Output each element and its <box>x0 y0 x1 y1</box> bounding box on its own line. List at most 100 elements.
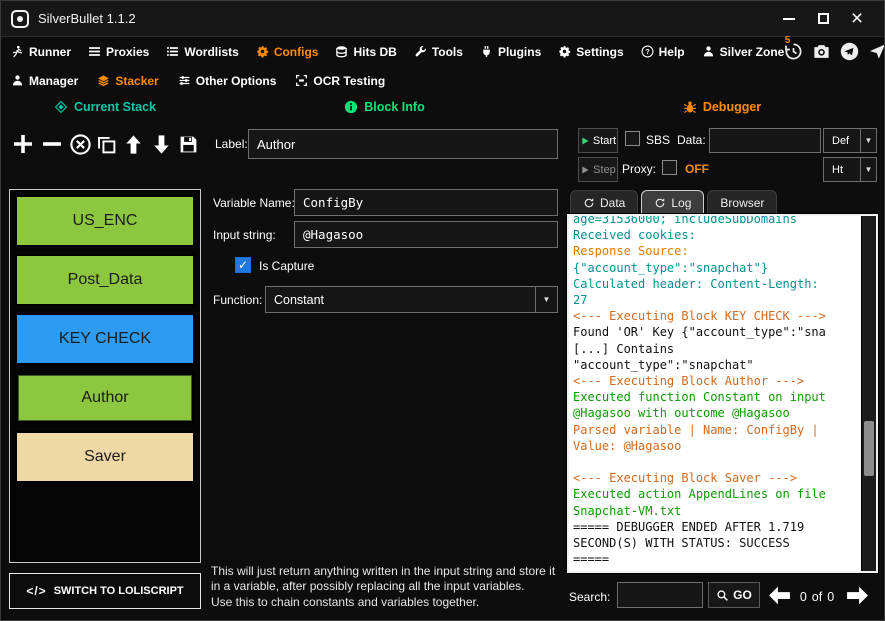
nav-item-hits-db[interactable]: Hits DB <box>335 45 397 59</box>
bug-icon <box>683 100 697 114</box>
proxy-checkbox[interactable] <box>662 160 677 175</box>
add-block-button[interactable] <box>11 132 35 156</box>
variable-name-input[interactable] <box>294 189 558 216</box>
save-stack-button[interactable] <box>178 134 199 155</box>
debugger-log: age=31536000; includeSubDomains Received … <box>569 216 861 571</box>
maximize-icon <box>817 13 829 24</box>
previous-result-button[interactable] <box>767 583 792 608</box>
stack-block-key-check[interactable]: KEY CHECK <box>15 313 195 365</box>
nav-item-settings[interactable]: Settings <box>558 45 624 59</box>
subnav-item-stacker[interactable]: Stacker <box>97 74 159 88</box>
variable-name-label: Variable Name: <box>213 196 295 210</box>
log-line: Value: @Hagasoo <box>573 438 682 453</box>
input-string-input[interactable] <box>294 221 558 248</box>
search-counter-of: of <box>811 590 823 604</box>
titlebar: SilverBullet 1.1.2 × <box>1 1 884 37</box>
proxy-label: Proxy: <box>622 162 657 176</box>
close-icon: × <box>850 7 864 30</box>
check-icon: ✓ <box>237 258 249 272</box>
stack-toolbar <box>11 128 199 160</box>
stack-block-label: US_ENC <box>72 212 138 229</box>
nav-item-configs[interactable]: Configs <box>256 45 318 59</box>
proxies-icon <box>88 45 101 58</box>
block-description: This will just return anything written i… <box>211 564 563 610</box>
is-capture-checkbox[interactable]: ✓ <box>235 257 251 273</box>
window-title: SilverBullet 1.1.2 <box>38 11 136 26</box>
chevron-down-icon: ▼ <box>535 287 557 312</box>
sbs-checkbox[interactable] <box>625 131 640 146</box>
stack-block-label: Saver <box>84 448 126 465</box>
plugins-icon <box>480 45 493 58</box>
move-up-button[interactable] <box>122 133 145 156</box>
disable-block-button[interactable] <box>69 133 92 156</box>
scrollbar-thumb[interactable] <box>864 421 874 476</box>
nav-item-wordlists[interactable]: Wordlists <box>166 44 239 59</box>
nav-item-plugins[interactable]: Plugins <box>480 45 541 59</box>
log-line: Calculated header: Content-Length: <box>573 276 819 291</box>
data-input[interactable] <box>709 128 821 153</box>
nav-item-runner[interactable]: Runner <box>11 45 71 59</box>
subnav-item-manager[interactable]: Manager <box>11 74 78 88</box>
tools-icon <box>414 45 427 58</box>
block-info-header: Block Info <box>208 100 561 114</box>
clone-block-button[interactable] <box>96 134 117 155</box>
nav-item-silver-zone[interactable]: Silver Zone 5 <box>702 35 790 59</box>
search-go-button[interactable]: GO <box>708 582 760 608</box>
subnav-item-other-options[interactable]: Other Options <box>178 74 276 88</box>
search-input[interactable] <box>617 582 703 608</box>
nav-item-label: Runner <box>29 44 71 59</box>
next-result-button[interactable] <box>845 583 870 608</box>
label-input[interactable] <box>248 129 558 159</box>
step-button[interactable]: Step <box>578 157 618 182</box>
stack-block-label: Post_Data <box>67 271 143 288</box>
close-button[interactable]: × <box>840 6 874 32</box>
maximize-button[interactable] <box>806 6 840 32</box>
step-button-label: Step <box>593 163 616 176</box>
log-line: "account_type":"snapchat" <box>573 357 754 372</box>
stack-block-post-data[interactable]: Post_Data <box>15 254 195 306</box>
chevron-down-icon: ▼ <box>860 158 876 181</box>
subnav-item-ocr-testing[interactable]: OCR Testing <box>295 74 385 88</box>
refresh-icon <box>583 197 595 209</box>
log-scrollbar[interactable] <box>861 216 876 571</box>
wordlist-type-dropdown[interactable]: Def ▼ <box>823 128 877 153</box>
switch-button-label: SWITCH TO LOLISCRIPT <box>53 585 184 597</box>
stack-block-saver[interactable]: Saver <box>15 431 195 483</box>
current-stack-title: Current Stack <box>74 100 156 114</box>
main-nav: Runner Proxies Wordlists Configs Hits DB Tool… <box>1 35 884 66</box>
log-line: @Hagasoo with outcome @Hagasoo <box>573 406 790 421</box>
start-button[interactable]: Start <box>578 128 618 153</box>
proxy-type-dropdown[interactable]: Ht ▼ <box>823 157 877 182</box>
tab-label: Data <box>600 196 626 210</box>
tab-log[interactable]: Log <box>641 190 705 215</box>
proxy-status: OFF <box>685 162 709 176</box>
screenshot-icon[interactable] <box>812 42 831 61</box>
wordlist-type-value: Def <box>832 134 850 147</box>
tab-browser[interactable]: Browser <box>707 190 778 215</box>
runner-icon <box>11 45 24 58</box>
search-counter: 0 of 0 <box>792 590 842 604</box>
nav-item-help[interactable]: ? Help <box>641 45 685 59</box>
log-line: <--- Executing Block KEY CHECK ---> <box>573 309 826 324</box>
tab-data[interactable]: Data <box>570 190 639 215</box>
share-icon[interactable] <box>868 42 884 61</box>
refresh-icon <box>654 197 666 209</box>
function-dropdown[interactable]: Constant ▼ <box>265 286 558 313</box>
search-icon <box>716 589 729 602</box>
main-nav-items: Runner Proxies Wordlists Configs Hits DB Tool… <box>11 35 790 59</box>
hitsdb-icon <box>335 45 348 58</box>
minimize-button[interactable] <box>772 6 806 32</box>
remove-block-button[interactable] <box>40 132 64 156</box>
nav-item-label: Wordlists <box>184 44 239 59</box>
telegram-icon[interactable] <box>840 42 859 61</box>
debugger-header: Debugger <box>566 100 878 114</box>
silverbullet-window: SilverBullet 1.1.2 × Runner Proxies Wordli… <box>0 0 885 621</box>
nav-quick-icons <box>784 42 884 61</box>
nav-item-proxies[interactable]: Proxies <box>88 45 149 59</box>
nav-item-tools[interactable]: Tools <box>414 45 463 59</box>
move-down-button[interactable] <box>150 133 173 156</box>
ocr-icon <box>295 74 308 87</box>
stack-block-us-enc[interactable]: US_ENC <box>15 195 195 247</box>
switch-to-loliscript-button[interactable]: </> SWITCH TO LOLISCRIPT <box>9 573 201 609</box>
stack-block-author[interactable]: Author <box>15 372 195 424</box>
